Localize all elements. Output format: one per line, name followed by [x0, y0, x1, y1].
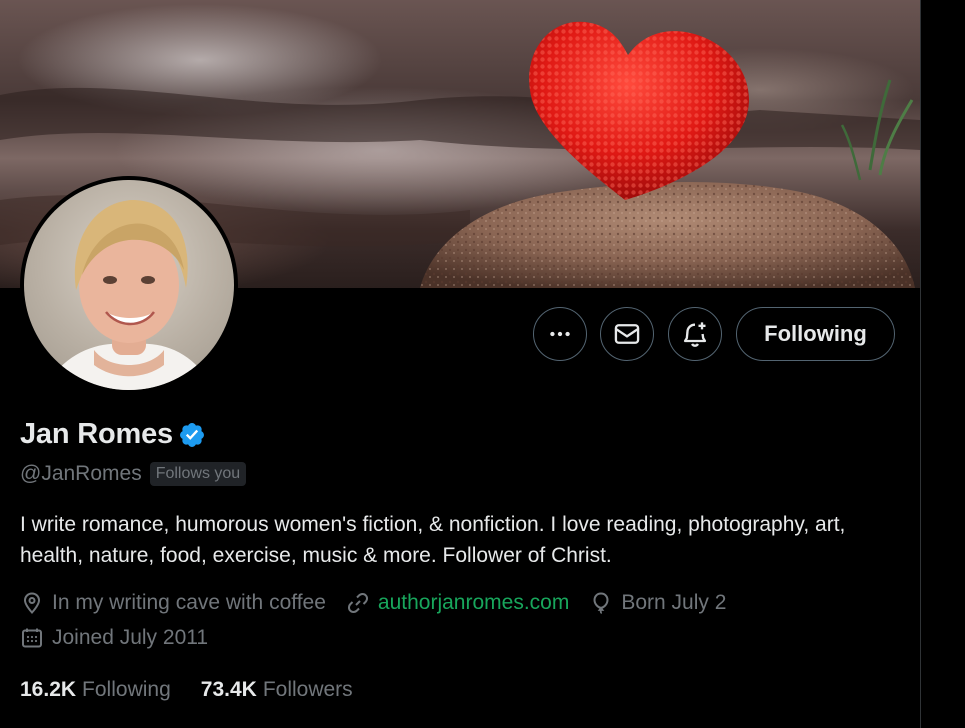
profile-bio: I write romance, humorous women's fictio… [20, 513, 846, 567]
follow-stats: 16.2K Following 73.4K Followers [20, 678, 383, 702]
following-label: Following [82, 678, 171, 701]
joined-item: Joined July 2011 [20, 626, 208, 650]
profile-meta-joined: Joined July 2011 [20, 626, 228, 650]
follows-you-badge: Follows you [149, 462, 247, 486]
avatar[interactable] [20, 176, 238, 394]
notifications-button[interactable] [668, 307, 722, 361]
website-link[interactable]: authorjanromes.com [378, 591, 569, 615]
followers-count: 73.4K [200, 678, 257, 701]
location-item: In my writing cave with coffee [20, 591, 326, 615]
website-item[interactable]: authorjanromes.com [346, 591, 569, 615]
user-handle: @JanRomes [20, 462, 142, 485]
envelope-icon [614, 324, 640, 344]
location-pin-icon [23, 592, 41, 614]
avatar-image [24, 180, 234, 390]
birthday-item: Born July 2 [589, 591, 726, 615]
following-button-label: Following [764, 321, 867, 346]
balloon-icon [593, 592, 609, 614]
display-name: Jan Romes [20, 418, 173, 450]
more-options-button[interactable] [533, 307, 587, 361]
followers-stat[interactable]: 73.4K Followers [201, 678, 353, 702]
handle-row: @JanRomes Follows you [20, 462, 247, 486]
verified-badge-icon[interactable] [178, 421, 206, 449]
display-name-row: Jan Romes [20, 418, 206, 451]
following-button[interactable]: Following [736, 307, 895, 361]
profile-column: Following Jan Romes @JanRomes Follows yo… [0, 0, 920, 728]
following-stat[interactable]: 16.2K Following [20, 678, 171, 702]
message-button[interactable] [600, 307, 654, 361]
right-sidebar-edge [920, 0, 965, 728]
link-icon [347, 592, 368, 614]
location-text: In my writing cave with coffee [52, 591, 326, 614]
followers-label: Followers [262, 678, 353, 701]
bell-plus-icon [683, 322, 707, 347]
following-count: 16.2K [20, 678, 77, 701]
ellipsis-icon [550, 331, 570, 337]
joined-text: Joined July 2011 [52, 626, 209, 649]
calendar-icon [22, 628, 42, 648]
birthday-text: Born July 2 [621, 591, 727, 614]
profile-meta: In my writing cave with coffee authorjan… [20, 591, 746, 615]
